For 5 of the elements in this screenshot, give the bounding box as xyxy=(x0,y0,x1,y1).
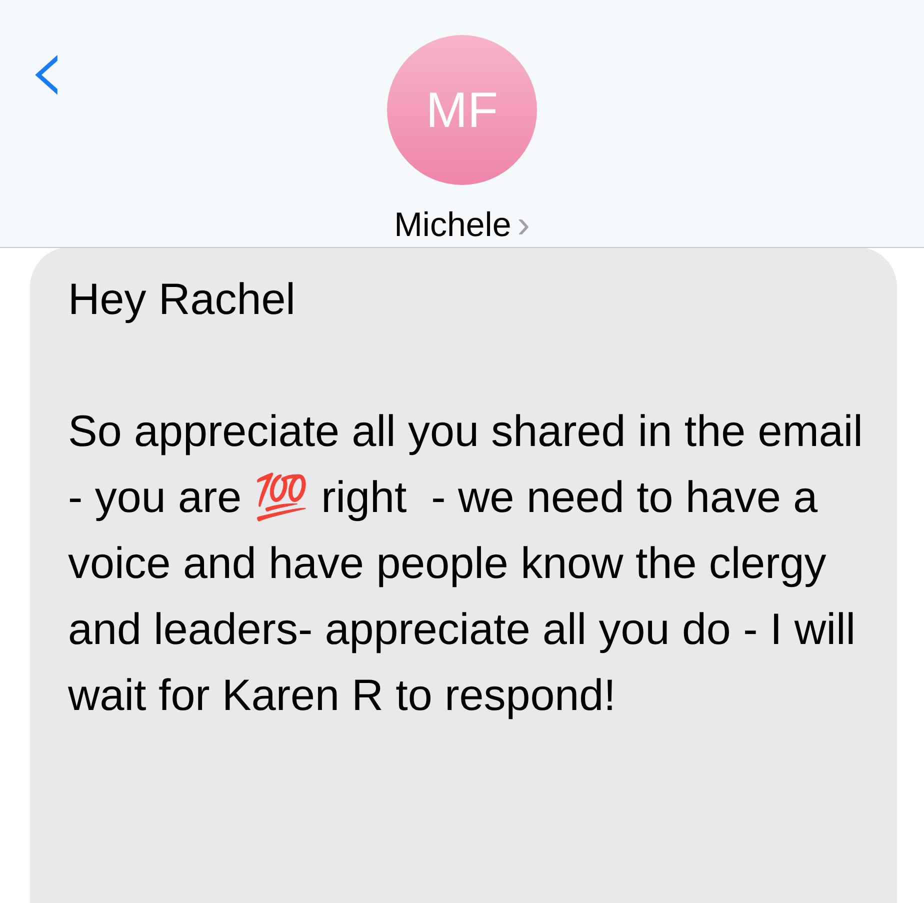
contact-name-button[interactable]: Michele› xyxy=(394,205,530,245)
message-text: So appreciate all you shared in the email - you are 💯 right - we need to have a voice and have people know the clergy and leaders- appreciate all you do - I will wait for Karen R to respond! xyxy=(68,406,864,722)
message-text: Hey Rachel xyxy=(68,274,296,326)
back-button[interactable]: ‹ xyxy=(28,22,66,118)
contact-avatar[interactable]: MF xyxy=(387,35,537,185)
